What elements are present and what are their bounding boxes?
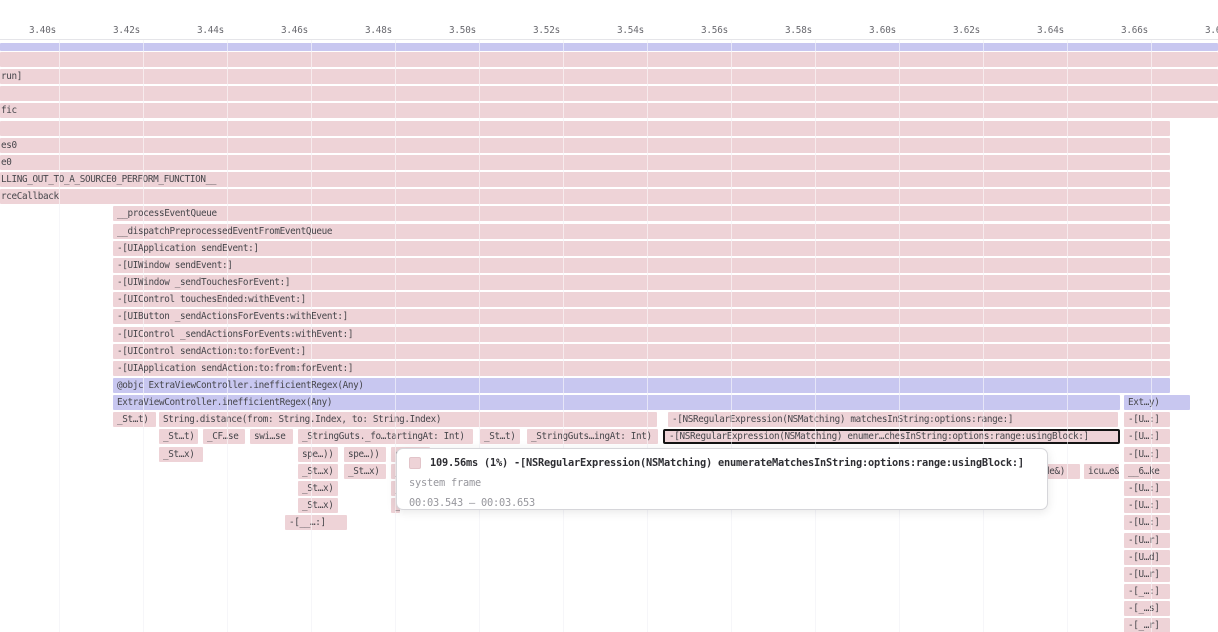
- flame-bar[interactable]: Ext…y): [1124, 395, 1190, 410]
- gridline: [395, 40, 396, 632]
- flame-bar[interactable]: [0, 86, 1218, 101]
- flame-bar[interactable]: -[NSRegularExpression(NSMatching) matche…: [668, 412, 1118, 427]
- gridline: [59, 40, 60, 632]
- time-tick-label: 3.52s: [503, 25, 560, 38]
- time-tick-label: 3.60s: [839, 25, 896, 38]
- flame-bar[interactable]: -[UIControl touchesEnded:withEvent:]: [113, 292, 1170, 307]
- flame-bar[interactable]: [0, 43, 1218, 51]
- tooltip-title-line: 109.56ms (1%) -[NSRegularExpression(NSMa…: [409, 453, 1035, 473]
- gridline: [227, 40, 228, 632]
- tooltip-time-range: 00:03.543 — 00:03.653: [409, 493, 1035, 510]
- time-tick-label: 3.46s: [251, 25, 308, 38]
- flame-bar[interactable]: ExtraViewController.inefficientRegex(Any…: [113, 395, 1120, 410]
- time-tick-label: 3.66s: [1091, 25, 1148, 38]
- time-tick-label: 3.40s: [0, 25, 56, 38]
- flame-bar[interactable]: -[UIApplication sendAction:to:from:forEv…: [113, 361, 1170, 376]
- flame-bar[interactable]: run]: [0, 69, 1218, 84]
- color-swatch-icon: [409, 457, 421, 469]
- gridline: [983, 40, 984, 632]
- flame-bar[interactable]: -[_…s]: [1124, 601, 1170, 616]
- flame-bar[interactable]: -[__…:]: [285, 515, 347, 530]
- flame-bar[interactable]: [0, 121, 1170, 136]
- flame-bar[interactable]: _St…x): [298, 464, 338, 479]
- gridline: [563, 40, 564, 632]
- flame-bar[interactable]: es0: [0, 138, 1170, 153]
- time-tick-label: 3.42s: [83, 25, 140, 38]
- time-tick-label: 3.48s: [335, 25, 392, 38]
- flame-bar[interactable]: LLING_OUT_TO_A_SOURCE0_PERFORM_FUNCTION_…: [0, 172, 1170, 187]
- flame-bar[interactable]: _St…x): [298, 498, 338, 513]
- flame-bar[interactable]: _St…t): [159, 429, 198, 444]
- time-tick-label: 3.62s: [923, 25, 980, 38]
- time-tick-label: 3.54s: [587, 25, 644, 38]
- flame-bar[interactable]: -[U…:]: [1124, 429, 1170, 444]
- tooltip: 109.56ms (1%) -[NSRegularExpression(NSMa…: [396, 448, 1048, 510]
- time-tick-label: 3.50s: [419, 25, 476, 38]
- gridline: [311, 40, 312, 632]
- flame-bar[interactable]: -[U…:]: [1124, 412, 1170, 427]
- flame-bar[interactable]: __processEventQueue: [113, 206, 1170, 221]
- gridline: [815, 40, 816, 632]
- flame-bar[interactable]: -[UIWindow _sendTouchesForEvent:]: [113, 275, 1170, 290]
- flame-bar[interactable]: -[UIApplication sendEvent:]: [113, 241, 1170, 256]
- flame-bar[interactable]: @objc ExtraViewController.inefficientReg…: [113, 378, 1170, 393]
- gridline: [143, 40, 144, 632]
- gridline: [1151, 40, 1152, 632]
- flame-bar[interactable]: _St…x): [298, 481, 338, 496]
- flame-bar[interactable]: -[UIControl _sendActionsForEvents:withEv…: [113, 327, 1170, 342]
- flame-bar[interactable]: -[UIControl sendAction:to:forEvent:]: [113, 344, 1170, 359]
- time-tick-label: 3.58s: [755, 25, 812, 38]
- flame-bar[interactable]: [0, 52, 1218, 67]
- flame-bar[interactable]: -[_…:]: [1124, 584, 1170, 599]
- flame-bar[interactable]: -[U…r]: [1124, 567, 1170, 582]
- flame-bar[interactable]: fic: [0, 103, 1218, 118]
- flame-bar[interactable]: swi…se: [250, 429, 293, 444]
- flame-bar[interactable]: spe…)): [298, 447, 338, 462]
- flame-bar[interactable]: -[UIWindow sendEvent:]: [113, 258, 1170, 273]
- flame-bar[interactable]: -[U…:]: [1124, 481, 1170, 496]
- flame-bar[interactable]: -[U…:]: [1124, 498, 1170, 513]
- flame-bar[interactable]: _St…t): [113, 412, 156, 427]
- gridline: [479, 40, 480, 632]
- gridline: [899, 40, 900, 632]
- time-tick-label: 3.44s: [167, 25, 224, 38]
- flame-bar[interactable]: rceCallback: [0, 189, 1170, 204]
- flame-bar[interactable]: -[U…r]: [1124, 533, 1170, 548]
- flame-bar[interactable]: -[U…:]: [1124, 515, 1170, 530]
- gridline: [647, 40, 648, 632]
- time-tick-label: 3.68s: [1175, 25, 1218, 38]
- tooltip-category: system frame: [409, 473, 1035, 493]
- gridline: [1067, 40, 1068, 632]
- flame-bar[interactable]: _StringGuts…ingAt: Int): [527, 429, 658, 444]
- flame-bar[interactable]: spe…)): [344, 447, 386, 462]
- flame-bar[interactable]: e0: [0, 155, 1170, 170]
- gridline: [731, 40, 732, 632]
- flame-bar[interactable]: -[UIButton _sendActionsForEvents:withEve…: [113, 309, 1170, 324]
- tooltip-title: 109.56ms (1%) -[NSRegularExpression(NSMa…: [430, 457, 1024, 469]
- flame-bar[interactable]: __dispatchPreprocessedEventFromEventQueu…: [113, 224, 1170, 239]
- flame-bar[interactable]: -[_…r]: [1124, 618, 1170, 632]
- flame-bar[interactable]: __6…ke: [1124, 464, 1170, 479]
- flame-bar[interactable]: -[U…:]: [1124, 447, 1170, 462]
- time-tick-label: 3.56s: [671, 25, 728, 38]
- time-tick-label: 3.64s: [1007, 25, 1064, 38]
- flame-bar[interactable]: String.distance(from: String.Index, to: …: [159, 412, 657, 427]
- flame-bar[interactable]: _CF…se: [203, 429, 245, 444]
- flame-bar[interactable]: icu…e&): [1084, 464, 1119, 479]
- flame-bar[interactable]: _St…t): [480, 429, 520, 444]
- flame-chart[interactable]: run] fic es0 e0 LLING_OUT_TO_A_SOURCE0_PERFO…: [0, 0, 1218, 632]
- flame-bar[interactable]: -[U…d]: [1124, 550, 1170, 565]
- flame-bar[interactable]: _St…x): [344, 464, 386, 479]
- flame-bar[interactable]: _St…x): [159, 447, 203, 462]
- flame-bar[interactable]: _StringGuts._fo…tartingAt: Int): [298, 429, 473, 444]
- time-ruler[interactable]: 3.40s 3.42s 3.44s 3.46s 3.48s 3.50s 3.52s 3.54s…: [0, 0, 1218, 40]
